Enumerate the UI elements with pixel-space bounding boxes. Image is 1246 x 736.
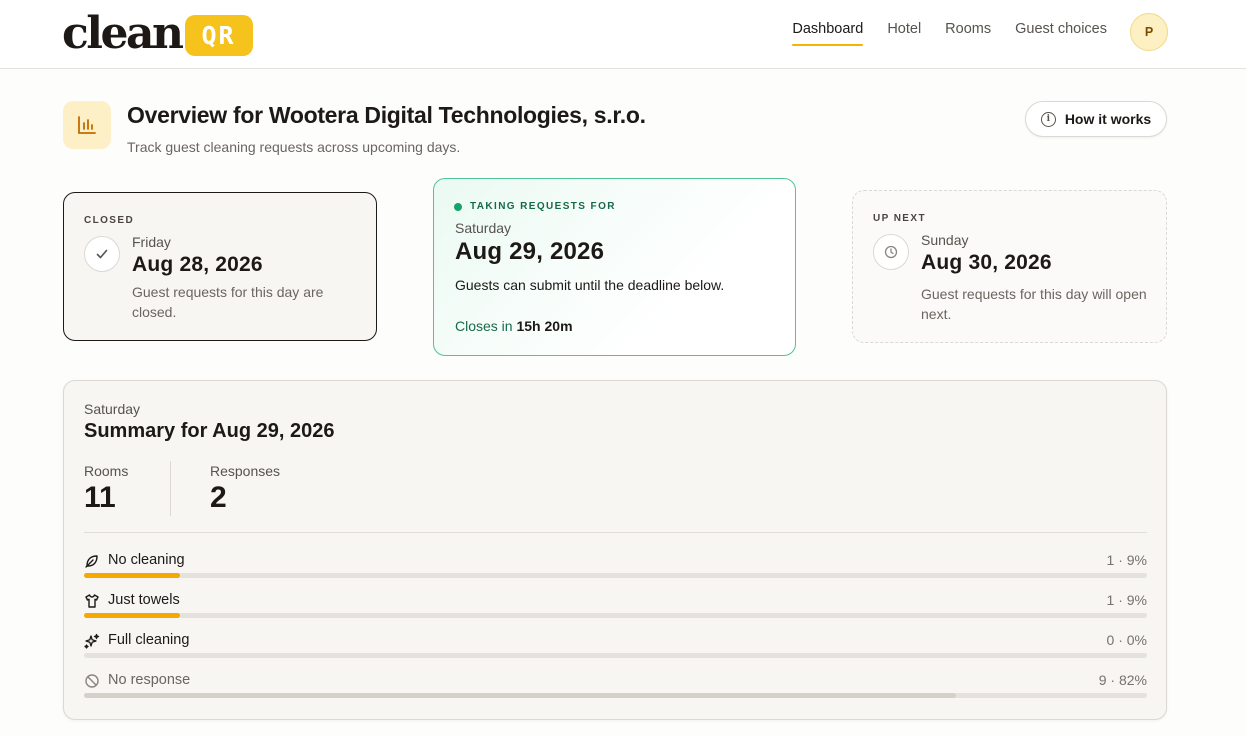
open-weekday: Saturday <box>455 220 512 236</box>
choice-row-just-towels: Just towels 1 · 9% <box>84 591 1147 631</box>
responses-label: Responses <box>210 463 281 479</box>
shirt-icon <box>84 593 100 609</box>
nav-hotel[interactable]: Hotel <box>887 20 921 46</box>
choice-label: No cleaning <box>108 552 185 568</box>
nav-rooms[interactable]: Rooms <box>945 20 991 46</box>
nav-dashboard[interactable]: Dashboard <box>792 20 863 46</box>
choice-progress-track <box>84 693 1147 698</box>
sparkles-icon <box>84 633 100 649</box>
closes-in-value: 15h 20m <box>516 318 573 334</box>
choice-progress-track <box>84 613 1147 618</box>
closed-status-label: CLOSED <box>84 215 135 226</box>
choice-row-no-cleaning: No cleaning 1 · 9% <box>84 551 1147 591</box>
summary-title: Summary for Aug 29, 2026 <box>84 420 335 442</box>
how-it-works-label: How it works <box>1064 111 1152 127</box>
open-status-label: TAKING REQUESTS FOR <box>470 201 616 212</box>
choice-row-no-response: No response 9 · 82% <box>84 671 1147 711</box>
summary-weekday: Saturday <box>84 401 141 417</box>
main-nav: Dashboard Hotel Rooms Guest choices <box>768 20 1107 46</box>
page-subtitle: Track guest cleaning requests across upc… <box>127 139 461 155</box>
next-status-label: UP NEXT <box>873 213 926 224</box>
closed-description: Guest requests for this day are closed. <box>132 284 324 320</box>
rooms-count: 11 <box>84 481 116 514</box>
open-date: Aug 29, 2026 <box>455 238 605 265</box>
user-avatar[interactable]: P <box>1130 13 1168 51</box>
choice-row-full-cleaning: Full cleaning 0 · 0% <box>84 631 1147 671</box>
choice-label: Just towels <box>108 592 180 608</box>
logo-wordmark: clean <box>62 8 184 59</box>
page-title: Overview for Wootera Digital Technologie… <box>127 102 646 128</box>
clock-icon <box>873 234 909 270</box>
leaf-icon <box>84 553 100 569</box>
choice-label: Full cleaning <box>108 632 190 648</box>
choice-stat: 0 · 0% <box>1106 632 1147 648</box>
choice-stat: 1 · 9% <box>1106 592 1147 608</box>
bar-chart-icon <box>63 101 111 149</box>
nav-guest-choices[interactable]: Guest choices <box>1015 20 1107 46</box>
closes-in-prefix: Closes in <box>455 318 513 334</box>
how-it-works-button[interactable]: i How it works <box>1025 101 1167 137</box>
next-description: Guest requests for this day will open ne… <box>921 286 1147 322</box>
next-day-card[interactable]: UP NEXT Sunday Aug 30, 2026 Guest reques… <box>852 190 1167 343</box>
ban-icon <box>84 673 100 689</box>
stats-divider <box>170 461 171 516</box>
choice-progress-track <box>84 653 1147 658</box>
choice-progress-fill <box>84 613 180 618</box>
choice-progress-fill <box>84 573 180 578</box>
next-weekday: Sunday <box>921 232 969 248</box>
choice-progress-fill <box>84 693 956 698</box>
summary-panel: Saturday Summary for Aug 29, 2026 Rooms … <box>63 380 1167 720</box>
cleanqr-logo[interactable]: clean QR <box>62 8 253 60</box>
open-day-card[interactable]: TAKING REQUESTS FOR Saturday Aug 29, 202… <box>433 178 796 356</box>
choice-progress-track <box>84 573 1147 578</box>
rooms-label: Rooms <box>84 463 129 479</box>
choice-stat: 1 · 9% <box>1106 552 1147 568</box>
responses-count: 2 <box>210 481 227 514</box>
info-icon: i <box>1040 111 1056 127</box>
choice-stat: 9 · 82% <box>1098 672 1147 688</box>
open-status: TAKING REQUESTS FOR <box>454 201 616 212</box>
closed-weekday: Friday <box>132 234 171 250</box>
next-date: Aug 30, 2026 <box>921 251 1052 274</box>
closed-date: Aug 28, 2026 <box>132 253 263 276</box>
status-dot-icon <box>454 202 462 211</box>
logo-qr-badge: QR <box>184 14 253 56</box>
summary-divider <box>84 532 1147 533</box>
closes-in: Closes in 15h 20m <box>455 318 573 334</box>
closed-day-card[interactable]: CLOSED Friday Aug 28, 2026 Guest request… <box>63 192 377 341</box>
top-header: clean QR Dashboard Hotel Rooms Guest cho… <box>0 0 1246 69</box>
check-icon <box>84 236 120 272</box>
choice-label: No response <box>108 672 191 688</box>
open-description: Guests can submit until the deadline bel… <box>455 277 725 293</box>
